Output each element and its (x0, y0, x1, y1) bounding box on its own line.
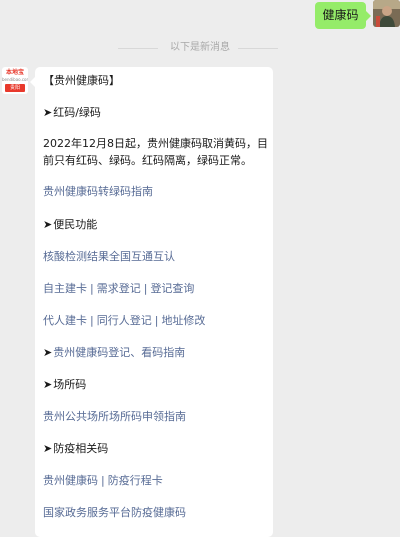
arrow-icon: ➤ (43, 218, 53, 231)
link-registration-query[interactable]: 登记查询 (150, 282, 194, 295)
heading-label: 场所码 (53, 378, 87, 391)
account-avatar-city-tag: 贵阳 (5, 84, 25, 92)
user-avatar[interactable] (373, 0, 400, 27)
link-national-health-code[interactable]: 国家政务服务平台防疫健康码 (43, 506, 186, 520)
link-address-modify[interactable]: 地址修改 (161, 314, 205, 327)
new-messages-divider: 以下是新消息 (0, 41, 400, 55)
link-label[interactable]: 贵州健康码登记、看码指南 (53, 346, 185, 359)
user-message-bubble[interactable]: 健康码 (315, 2, 371, 29)
account-avatar[interactable]: 本地宝 bendibao.com 贵阳 (2, 67, 28, 94)
paragraph-code-policy: 2022年12月8日起，贵州健康码取消黄码，目前只有红码、绿码。红码隔离，绿码正… (43, 137, 268, 167)
link-row-self-card: 自主建卡 | 需求登记 | 登记查询 (43, 282, 194, 296)
link-self-create-card[interactable]: 自主建卡 (43, 282, 87, 295)
link-register-view-code-guide[interactable]: ➤贵州健康码登记、看码指南 (43, 346, 185, 360)
arrow-icon: ➤ (43, 442, 53, 455)
account-avatar-name: 本地宝 (5, 69, 24, 76)
user-avatar-image (373, 0, 400, 27)
link-travel-card[interactable]: 防疫行程卡 (108, 474, 163, 487)
separator: | (143, 282, 148, 295)
divider-line-right (238, 48, 278, 49)
separator: | (90, 282, 94, 295)
heading-label: 便民功能 (53, 218, 98, 231)
separator: | (90, 314, 94, 327)
message-title: 【贵州健康码】 (43, 74, 120, 87)
separator: | (101, 474, 105, 487)
link-nucleic-test-mutual-recognition[interactable]: 核酸检测结果全国互通互认 (43, 250, 175, 264)
divider-text: 以下是新消息 (170, 42, 230, 53)
link-row-health-code: 贵州健康码 | 防疫行程卡 (43, 474, 163, 488)
section-heading-convenience: ➤便民功能 (43, 218, 97, 232)
separator: | (154, 314, 159, 327)
account-avatar-site: bendibao.com (2, 77, 28, 82)
link-companion-registration[interactable]: 同行人登记 (97, 314, 152, 327)
link-row-proxy-card: 代人建卡 | 同行人登记 | 地址修改 (43, 314, 205, 328)
heading-label: 防疫相关码 (53, 442, 109, 455)
message-bubble: 【贵州健康码】 ➤红码/绿码 2022年12月8日起，贵州健康码取消黄码，目前只… (30, 67, 273, 537)
section-heading-venue-code: ➤场所码 (43, 378, 86, 392)
link-demand-registration[interactable]: 需求登记 (97, 282, 141, 295)
link-create-card-for-others[interactable]: 代人建卡 (43, 314, 87, 327)
heading-label: 红码/绿码 (53, 106, 101, 119)
link-guizhou-health-code[interactable]: 贵州健康码 (43, 474, 98, 487)
arrow-icon: ➤ (43, 378, 53, 391)
arrow-icon: ➤ (43, 346, 53, 359)
link-turn-green-guide[interactable]: 贵州健康码转绿码指南 (43, 185, 153, 199)
arrow-icon: ➤ (43, 106, 53, 119)
section-heading-epidemic-codes: ➤防疫相关码 (43, 442, 108, 456)
link-venue-code-apply-guide[interactable]: 贵州公共场所场所码申领指南 (43, 410, 186, 424)
section-heading-red-green-code: ➤红码/绿码 (43, 106, 101, 120)
